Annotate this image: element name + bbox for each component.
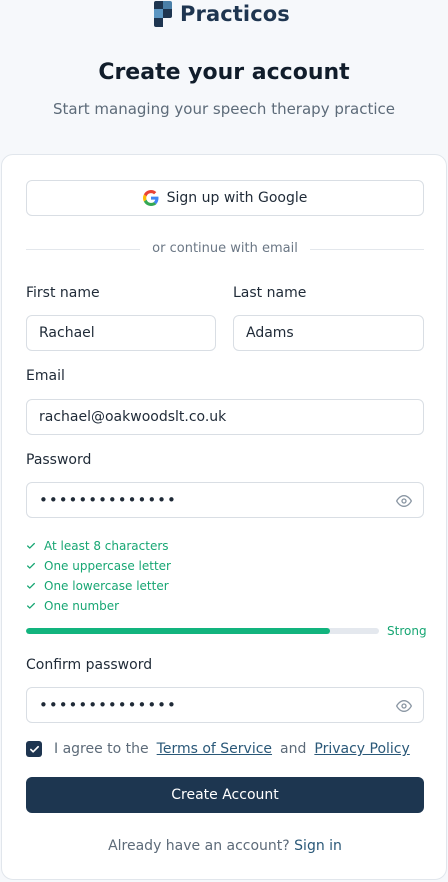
check-icon <box>27 562 35 569</box>
requirement-label: At least 8 characters <box>44 539 169 553</box>
email-input[interactable]: rachael@oakwoodslt.co.uk <box>26 399 424 435</box>
brand-name: Practicos <box>180 2 290 26</box>
check-icon <box>27 582 35 589</box>
first-name-value: Rachael <box>39 325 95 341</box>
first-name-input[interactable]: Rachael <box>26 315 216 351</box>
first-name-label: First name <box>26 285 100 301</box>
google-icon <box>142 190 159 206</box>
email-label: Email <box>26 368 65 384</box>
requirement-label: One number <box>44 599 120 613</box>
last-name-label: Last name <box>233 285 307 301</box>
page-subtitle: Start managing your speech therapy pract… <box>52 100 395 118</box>
sign-in-link[interactable]: Sign in <box>294 838 342 854</box>
eye-icon[interactable] <box>396 493 412 509</box>
create-account-button[interactable]: Create Account <box>26 777 424 813</box>
password-strength-fill <box>26 628 330 634</box>
terms-prefix: I agree to the <box>54 741 149 757</box>
confirm-password-value: •••••••••••••• <box>39 696 177 714</box>
signin-prompt: Already have an account? Sign in <box>2 838 448 854</box>
requirement-item: One uppercase letter <box>26 556 171 576</box>
terms-of-service-link[interactable]: Terms of Service <box>157 741 272 757</box>
brand-logo: Practicos <box>154 1 290 27</box>
confirm-password-label: Confirm password <box>26 657 153 673</box>
password-strength-label: Strong <box>387 624 427 638</box>
signup-card: Sign up with Google or continue with ema… <box>1 154 447 880</box>
last-name-input[interactable]: Adams <box>233 315 424 351</box>
confirm-password-input[interactable]: •••••••••••••• <box>26 687 424 723</box>
signin-prompt-text: Already have an account? <box>108 838 290 854</box>
check-icon <box>27 542 35 549</box>
password-label: Password <box>26 452 92 468</box>
divider-text: or continue with email <box>152 241 298 256</box>
eye-icon[interactable] <box>396 698 412 714</box>
terms-and: and <box>280 741 307 757</box>
email-value: rachael@oakwoodslt.co.uk <box>39 409 227 425</box>
email-divider: or continue with email <box>26 241 424 257</box>
last-name-value: Adams <box>246 325 294 341</box>
google-signup-label: Sign up with Google <box>166 190 308 206</box>
terms-checkbox[interactable] <box>26 741 42 757</box>
requirement-label: One lowercase letter <box>44 579 169 593</box>
page-title: Create your account <box>98 60 350 85</box>
terms-agreement: I agree to the Terms of Service and Priv… <box>26 739 410 759</box>
google-signup-button[interactable]: Sign up with Google <box>26 180 424 216</box>
privacy-policy-link[interactable]: Privacy Policy <box>314 741 409 757</box>
password-strength-bar <box>26 628 379 634</box>
logo-icon <box>154 1 174 27</box>
requirement-item: One lowercase letter <box>26 576 171 596</box>
requirement-label: One uppercase letter <box>44 559 171 573</box>
check-icon <box>27 602 35 609</box>
requirement-item: At least 8 characters <box>26 536 171 556</box>
page-header: Practicos Create your account Start mana… <box>0 0 448 154</box>
checkmark-icon <box>29 745 39 753</box>
password-input[interactable]: •••••••••••••• <box>26 482 424 518</box>
password-requirements: At least 8 characters One uppercase lett… <box>26 536 171 616</box>
password-value: •••••••••••••• <box>39 491 177 509</box>
requirement-item: One number <box>26 596 171 616</box>
